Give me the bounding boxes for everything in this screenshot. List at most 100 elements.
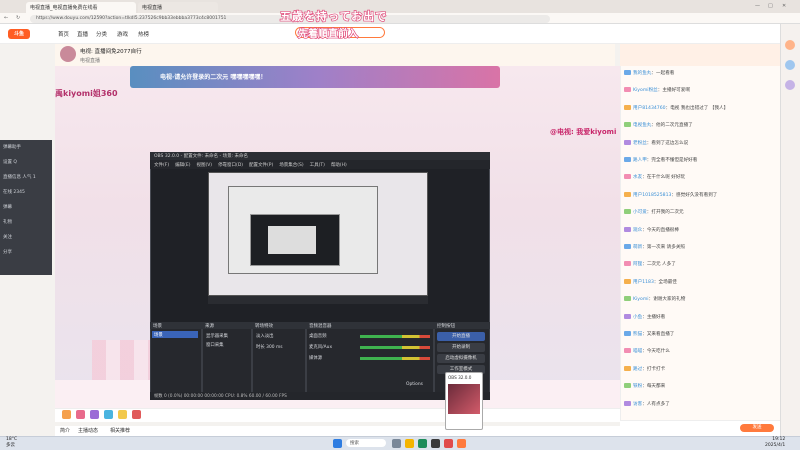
chat-username[interactable]: 用户1018525813	[633, 193, 671, 198]
obs-icon[interactable]	[431, 439, 440, 448]
chat-message: Kiyomi粉丝：主播好可爱啊	[624, 87, 776, 94]
banner-text: 电视·请允许登录的二次元 嘿嘿嘿嘿嘿！	[160, 74, 267, 81]
obs-menu-item[interactable]: 停靠窗口(D)	[218, 163, 243, 168]
start-recording-button[interactable]: 开始录制	[437, 343, 485, 352]
volume-meter[interactable]	[360, 346, 430, 349]
assistant-line: 弹幕助手	[3, 145, 21, 150]
preview-nested-core	[268, 226, 316, 254]
mixer-track: 媒体源	[309, 356, 323, 361]
controls-title: 控制按钮	[434, 322, 490, 329]
back-icon[interactable]: ←	[4, 15, 8, 21]
site-logo[interactable]: 斗鱼	[8, 29, 30, 39]
chat-username[interactable]: 小可爱	[633, 210, 647, 215]
chat-username[interactable]: 观众	[633, 228, 642, 233]
chat-username[interactable]: 用户81434760	[633, 106, 666, 111]
volume-meter[interactable]	[360, 357, 430, 360]
level-badge-icon	[624, 400, 631, 406]
system-clock[interactable]: 19:12 2025/4/1	[765, 437, 785, 448]
tab-dynamics[interactable]: 主播动态	[78, 427, 98, 434]
app-icon[interactable]	[444, 439, 453, 448]
transition-select[interactable]: 淡入淡出	[256, 333, 274, 339]
chat-username[interactable]: 电视鱼丸	[633, 123, 651, 128]
level-badge-icon	[624, 348, 631, 354]
gift-icon[interactable]	[90, 410, 99, 419]
obs-menu-item[interactable]: 文件(F)	[154, 163, 169, 168]
level-badge-icon	[624, 226, 631, 232]
chat-username[interactable]: 小鱼	[633, 315, 642, 320]
chat-username[interactable]: 萌新	[633, 245, 642, 250]
chat-username[interactable]: Kiyomi	[633, 297, 649, 302]
weather-temp: 18°C	[6, 437, 18, 442]
chat-username[interactable]: 水友	[633, 175, 642, 180]
obs-menu-item[interactable]: 配置文件(P)	[249, 163, 273, 168]
assistant-line: 礼物	[3, 220, 12, 225]
video-caption-sub: 先着順直前入	[297, 28, 358, 40]
chat-username[interactable]: 用户1183	[633, 280, 654, 285]
taskbar-search[interactable]: 搜索	[346, 439, 386, 447]
chat-message: 萌新：第一次来 请多关照	[624, 244, 776, 251]
minimize-icon[interactable]: —	[755, 3, 760, 9]
chat-username[interactable]: 路人甲	[633, 158, 647, 163]
chat-username[interactable]: 喵喵	[633, 349, 642, 354]
avatar[interactable]	[60, 46, 76, 62]
gift-icon[interactable]	[132, 410, 141, 419]
gift-icon[interactable]	[76, 410, 85, 419]
nav-live[interactable]: 直播	[77, 30, 88, 38]
overlay-right-name: @电视: 我爱kiyomi	[550, 128, 617, 136]
obs-menu-item[interactable]: 编辑(E)	[175, 163, 190, 168]
chat-username[interactable]: 路过	[633, 367, 642, 372]
level-badge-icon	[624, 244, 631, 249]
reload-icon[interactable]: ↻	[16, 15, 20, 21]
chat-text: 今天吃什么	[646, 349, 670, 355]
source-item[interactable]: 显示器采集	[206, 333, 228, 339]
gift-icon[interactable]	[104, 410, 113, 419]
chat-username[interactable]: 老粉丝	[633, 141, 647, 146]
tab-recommend[interactable]: 相关推荐	[110, 427, 130, 434]
browser-tab-active[interactable]: 电视直播_电视直播免费在线看	[26, 2, 136, 13]
start-streaming-button[interactable]: 开始直播	[437, 332, 485, 341]
gift-icon[interactable]	[785, 80, 795, 90]
close-icon[interactable]: ✕	[782, 3, 786, 9]
browser-tab[interactable]: 电视直播	[138, 2, 218, 13]
chat-text: 今天的直播很棒	[646, 227, 679, 233]
source-item[interactable]: 窗口采集	[206, 342, 224, 348]
obs-title: OBS 32.0.0 - 配置文件: 未命名 - 场景: 未命名	[150, 152, 490, 160]
douyu-icon[interactable]	[457, 439, 466, 448]
obs-menu-item[interactable]: 场景集合(S)	[279, 163, 303, 168]
send-button[interactable]: 发送	[740, 424, 774, 432]
assistant-line: 设置 Q	[3, 160, 17, 165]
overlay-name: 禹kiyomi姐360	[55, 89, 118, 98]
chat-username[interactable]: Kiyomi粉丝	[633, 88, 658, 93]
obs-menu-item[interactable]: 视图(V)	[196, 163, 212, 168]
windows-start-icon[interactable]	[333, 439, 342, 448]
volume-meter[interactable]	[360, 335, 430, 338]
maximize-icon[interactable]: □	[768, 3, 773, 9]
chat-username[interactable]: 我的鱼丸	[633, 71, 651, 76]
level-badge-icon	[624, 261, 631, 267]
gift-icon[interactable]	[118, 410, 127, 419]
share-icon[interactable]	[785, 60, 795, 70]
nav-hot[interactable]: 热榜	[138, 30, 149, 38]
chat-username[interactable]: 铁粉	[633, 384, 642, 389]
gift-icon[interactable]	[62, 410, 71, 419]
file-explorer-icon[interactable]	[405, 439, 414, 448]
chat-username[interactable]: 熊猫	[633, 332, 642, 337]
follow-icon[interactable]	[785, 40, 795, 50]
nav-games[interactable]: 游戏	[117, 30, 128, 38]
options-label[interactable]: Options	[406, 382, 423, 387]
task-view-icon[interactable]	[392, 439, 401, 448]
level-badge-icon	[624, 331, 631, 336]
obs-menu-item[interactable]: 工具(T)	[310, 163, 325, 168]
chat-username[interactable]: 访客	[633, 402, 642, 407]
level-badge-icon	[624, 157, 631, 162]
virtual-camera-button[interactable]: 启动虚拟摄像机	[437, 354, 485, 363]
edge-browser-icon[interactable]	[418, 439, 427, 448]
tab-intro[interactable]: 简介	[60, 427, 70, 434]
nav-home[interactable]: 首页	[58, 30, 69, 38]
transition-duration[interactable]: 时长 300 ms	[256, 344, 283, 350]
streamer-name[interactable]: 电视直播	[80, 57, 100, 64]
weather-widget[interactable]: 18°C 多云	[6, 437, 17, 448]
obs-menu-item[interactable]: 帮助(H)	[331, 163, 347, 168]
chat-username[interactable]: 阿狸	[633, 262, 642, 267]
nav-category[interactable]: 分类	[96, 30, 107, 38]
